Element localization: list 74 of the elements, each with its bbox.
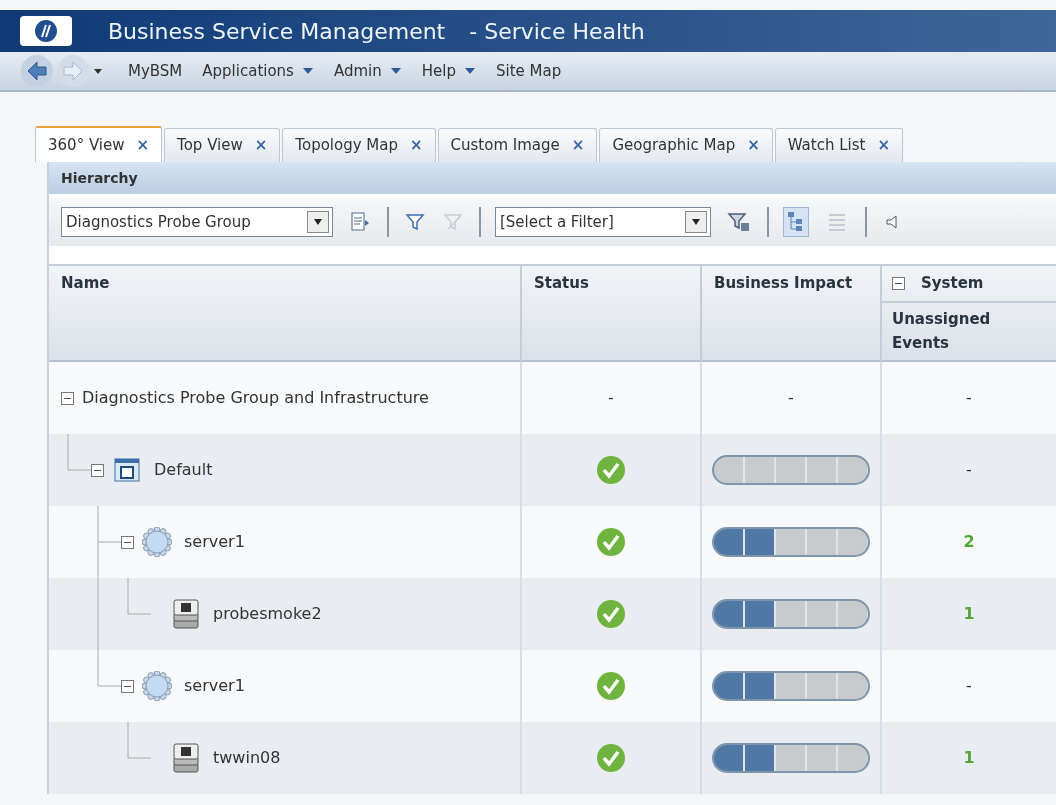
tab-label[interactable]: Top View xyxy=(177,134,243,157)
close-button[interactable]: × xyxy=(571,134,585,157)
collapse-icon[interactable] xyxy=(91,463,104,477)
caret-icon xyxy=(389,67,402,75)
menu-item[interactable]: Site Map xyxy=(495,59,562,83)
server-stack-icon xyxy=(171,741,201,775)
window-subtitle: - Service Health xyxy=(469,17,645,46)
logo-icon xyxy=(20,16,72,46)
filter-icon xyxy=(405,212,425,232)
column-header[interactable]: Name xyxy=(49,264,522,362)
gear-icon xyxy=(142,527,172,557)
tree-line xyxy=(127,578,151,615)
window-icon xyxy=(112,455,142,485)
caret-icon[interactable] xyxy=(92,67,104,75)
tab-label[interactable]: 360° View xyxy=(48,133,125,157)
table-cell-text: - xyxy=(966,675,972,697)
check-icon xyxy=(596,671,626,701)
tree-line xyxy=(67,434,91,471)
collapse-icon[interactable] xyxy=(892,276,905,290)
panel-header: Hierarchy xyxy=(49,162,1056,194)
gear-icon xyxy=(142,671,172,701)
collapse-icon[interactable] xyxy=(121,535,134,549)
check-icon xyxy=(596,527,626,557)
caret-icon xyxy=(691,219,701,225)
close-button[interactable]: × xyxy=(410,134,423,157)
document-icon xyxy=(349,211,371,233)
column-header[interactable]: System xyxy=(921,272,984,295)
server-stack-icon xyxy=(171,597,201,631)
tree-item[interactable]: Default xyxy=(154,458,213,482)
tab-label[interactable]: Topology Map xyxy=(295,134,398,157)
dropdown-field[interactable]: [Select a Filter] xyxy=(495,207,711,237)
table-cell-text: - xyxy=(788,387,794,409)
collapse-icon[interactable] xyxy=(121,679,134,693)
close-button[interactable]: × xyxy=(136,133,150,157)
close-button[interactable]: × xyxy=(747,134,760,157)
tab[interactable]: Watch List × xyxy=(774,128,903,162)
tab[interactable]: Geographic Map × xyxy=(599,128,773,162)
tab[interactable]: Custom Image × xyxy=(437,128,598,162)
close-button[interactable]: × xyxy=(877,134,890,157)
tab-label[interactable]: Watch List xyxy=(787,134,866,157)
close-button[interactable]: × xyxy=(254,134,268,157)
column-header[interactable]: Business Impact xyxy=(702,264,882,362)
filter-icon xyxy=(443,212,463,232)
check-icon xyxy=(596,455,626,485)
tab[interactable]: Top View × xyxy=(164,128,281,162)
filter-icon xyxy=(727,211,751,233)
column-header[interactable]: Status xyxy=(522,264,702,362)
tree-item[interactable]: probesmoke2 xyxy=(213,602,322,626)
menu-item[interactable]: MyBSM xyxy=(128,59,183,83)
table-cell-text: - xyxy=(966,387,972,409)
caret-icon xyxy=(301,67,314,75)
check-icon xyxy=(596,599,626,629)
tab[interactable]: 360° View × xyxy=(35,126,163,162)
dropdown-field[interactable]: Diagnostics Probe Group xyxy=(61,207,333,237)
tree-item[interactable]: server1 xyxy=(184,530,245,554)
menu-item[interactable]: Admin xyxy=(333,59,402,83)
table-cell-text: - xyxy=(608,387,614,409)
tab[interactable]: Topology Map × xyxy=(282,128,436,162)
tree-item[interactable]: server1 xyxy=(184,674,245,698)
menu-item[interactable]: Help xyxy=(421,59,476,83)
tab-label[interactable]: Custom Image xyxy=(450,134,560,157)
menu-item[interactable]: Applications xyxy=(202,59,314,83)
caret-icon xyxy=(313,219,323,225)
tree-view-button[interactable] xyxy=(783,207,809,237)
check-icon xyxy=(596,743,626,773)
window-title: Business Service Management xyxy=(108,17,446,46)
tree-item[interactable]: twwin08 xyxy=(213,746,281,770)
back-icon[interactable] xyxy=(20,54,56,88)
caret-icon xyxy=(463,67,476,75)
collapse-icon[interactable] xyxy=(61,391,74,405)
tab-label[interactable]: Geographic Map xyxy=(612,134,736,157)
column-header[interactable]: Unassigned Events xyxy=(882,302,1056,359)
table-cell-text: - xyxy=(966,459,972,481)
tree-line xyxy=(127,722,151,759)
